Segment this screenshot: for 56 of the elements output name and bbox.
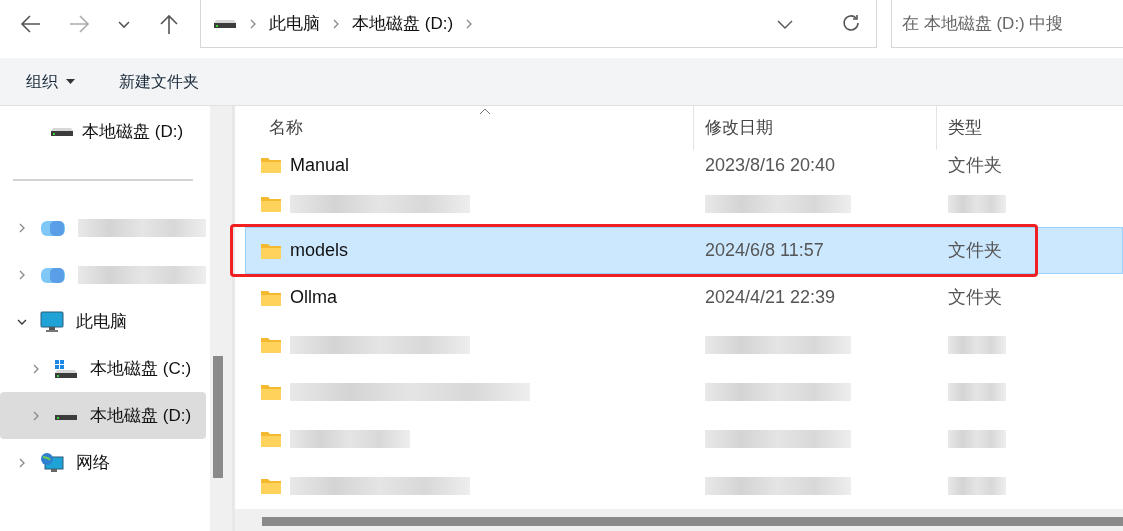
tree-label: 本地磁盘 (C:) — [90, 357, 192, 380]
folder-icon — [260, 288, 282, 307]
folder-icon — [260, 476, 282, 495]
redacted-text — [948, 194, 1006, 213]
tree-label: 本地磁盘 (D:) — [90, 404, 192, 427]
folder-icon — [260, 335, 282, 354]
modified-date: 2023/8/16 20:40 — [705, 153, 836, 177]
organize-button[interactable]: 组织 — [26, 69, 75, 94]
caret-icon — [66, 78, 75, 85]
breadcrumb[interactable]: 本地磁盘 (D:) — [352, 10, 454, 37]
file-row[interactable]: models 2024/6/8 11:57 文件夹 — [245, 227, 1123, 274]
network-icon — [40, 451, 64, 474]
tree-label: 网络 — [76, 451, 110, 474]
folder-icon — [260, 382, 282, 401]
up-arrow-icon[interactable] — [158, 13, 180, 35]
monitor-icon — [40, 310, 64, 333]
tree-item[interactable]: 本地磁盘 (D:) — [0, 392, 206, 439]
tree-item[interactable]: 网络 — [0, 439, 206, 486]
redacted-text — [948, 335, 1006, 354]
file-name: models — [290, 239, 349, 262]
tree-label: 此电脑 — [76, 310, 127, 333]
sort-caret-icon — [479, 108, 491, 115]
modified-date: 2024/6/8 11:57 — [705, 239, 824, 262]
folder-icon — [260, 241, 282, 260]
back-icon[interactable] — [20, 13, 42, 35]
column-header[interactable]: 名称 — [235, 106, 693, 150]
file-type: 文件夹 — [948, 239, 1002, 262]
quick-access-item[interactable]: 本地磁盘 (D:) — [0, 108, 206, 156]
scrollbar-thumb[interactable] — [262, 516, 1123, 526]
redacted-text — [948, 476, 1006, 495]
redacted-text — [948, 429, 1006, 448]
scrollbar-thumb[interactable] — [213, 356, 223, 478]
drive-icon — [50, 127, 74, 137]
tree-item[interactable]: 此电脑 — [0, 298, 206, 345]
folder-icon — [260, 194, 282, 213]
drive-icon — [54, 358, 78, 379]
folder-icon — [260, 156, 282, 174]
file-row[interactable]: Ollma 2024/4/21 22:39 文件夹 — [245, 274, 1123, 321]
column-header[interactable]: 修改日期 — [693, 106, 936, 150]
search-field[interactable]: 在 本地磁盘 (D:) 中搜 — [891, 0, 1123, 48]
address-bar[interactable]: 此电脑 本地磁盘 (D:) — [200, 0, 877, 48]
file-type: 文件夹 — [948, 286, 1002, 309]
file-name: Manual — [290, 153, 350, 177]
file-name: Ollma — [290, 286, 337, 309]
breadcrumb[interactable]: 此电脑 — [269, 10, 320, 37]
drive-icon — [213, 18, 237, 29]
refresh-icon[interactable] — [842, 13, 862, 34]
column-header[interactable]: 类型 — [936, 106, 1123, 150]
modified-date: 2024/4/21 22:39 — [705, 286, 836, 309]
file-row[interactable]: Manual 2023/8/16 20:40 文件夹 — [245, 150, 1123, 180]
tree-item[interactable]: 本地磁盘 (C:) — [0, 345, 206, 392]
folder-icon — [260, 429, 282, 448]
new-folder-button[interactable]: 新建文件夹 — [119, 69, 199, 94]
redacted-text — [948, 382, 1006, 401]
tree-label: 本地磁盘 (D:) — [82, 121, 184, 144]
file-type: 文件夹 — [948, 153, 1002, 177]
